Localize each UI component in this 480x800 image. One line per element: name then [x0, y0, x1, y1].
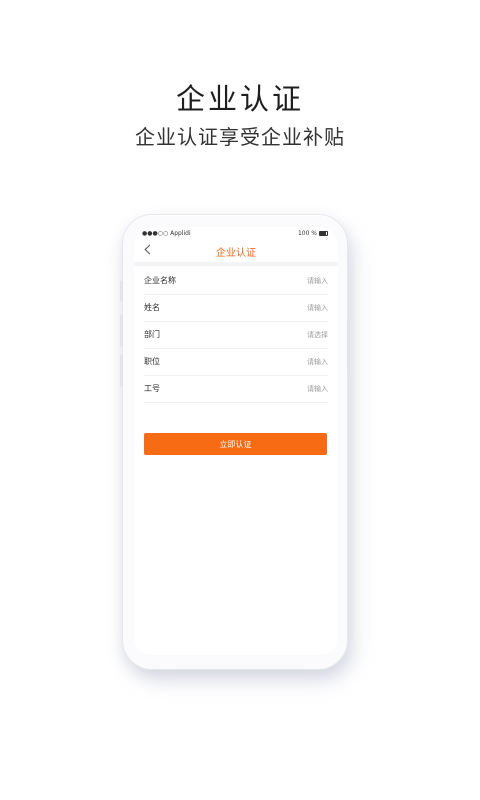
page-title: 企业认证	[216, 248, 256, 259]
battery-icon	[319, 231, 328, 236]
name-row[interactable]: 姓名 请输入	[144, 295, 328, 322]
company-name-label: 企业名称	[144, 276, 176, 285]
company-name-input[interactable]: 请输入	[307, 276, 328, 286]
employee-id-row[interactable]: 工号 请输入	[144, 376, 328, 403]
position-label: 职位	[144, 357, 160, 366]
name-input[interactable]: 请输入	[307, 303, 328, 313]
position-input[interactable]: 请输入	[307, 357, 328, 367]
status-bar: ●●●○○ Applidi 100 %	[134, 229, 338, 241]
battery-percent: 100 %	[297, 230, 317, 237]
phone-mute-switch	[120, 281, 123, 301]
phone-screen: ●●●○○ Applidi 100 % 企业认证 企业名称 请输入 姓名 请输入…	[134, 227, 338, 655]
status-carrier: ●●●○○ Applidi	[142, 230, 191, 237]
company-name-row[interactable]: 企业名称 请输入	[144, 268, 328, 295]
promo-subtitle: 企业认证享受企业补贴	[135, 125, 345, 149]
phone-volume-down	[120, 355, 123, 387]
name-label: 姓名	[144, 303, 160, 312]
department-row[interactable]: 部门 请选择	[144, 322, 328, 349]
department-label: 部门	[144, 330, 160, 339]
position-row[interactable]: 职位 请输入	[144, 349, 328, 376]
employee-id-label: 工号	[144, 384, 160, 393]
phone-volume-up	[120, 315, 123, 347]
employee-id-input[interactable]: 请输入	[307, 384, 328, 394]
phone-power-button	[347, 319, 350, 375]
certification-form: 企业名称 请输入 姓名 请输入 部门 请选择 职位 请输入 工号 请输入	[134, 268, 338, 403]
phone-mockup: ●●●○○ Applidi 100 % 企业认证 企业名称 请输入 姓名 请输入…	[120, 214, 350, 670]
department-select[interactable]: 请选择	[307, 330, 328, 340]
certify-now-button[interactable]: 立即认证	[144, 433, 327, 455]
nav-bar: 企业认证	[134, 241, 338, 261]
header-divider	[134, 262, 338, 266]
status-battery: 100 %	[298, 230, 328, 237]
promo-title: 企业认证	[175, 82, 304, 116]
